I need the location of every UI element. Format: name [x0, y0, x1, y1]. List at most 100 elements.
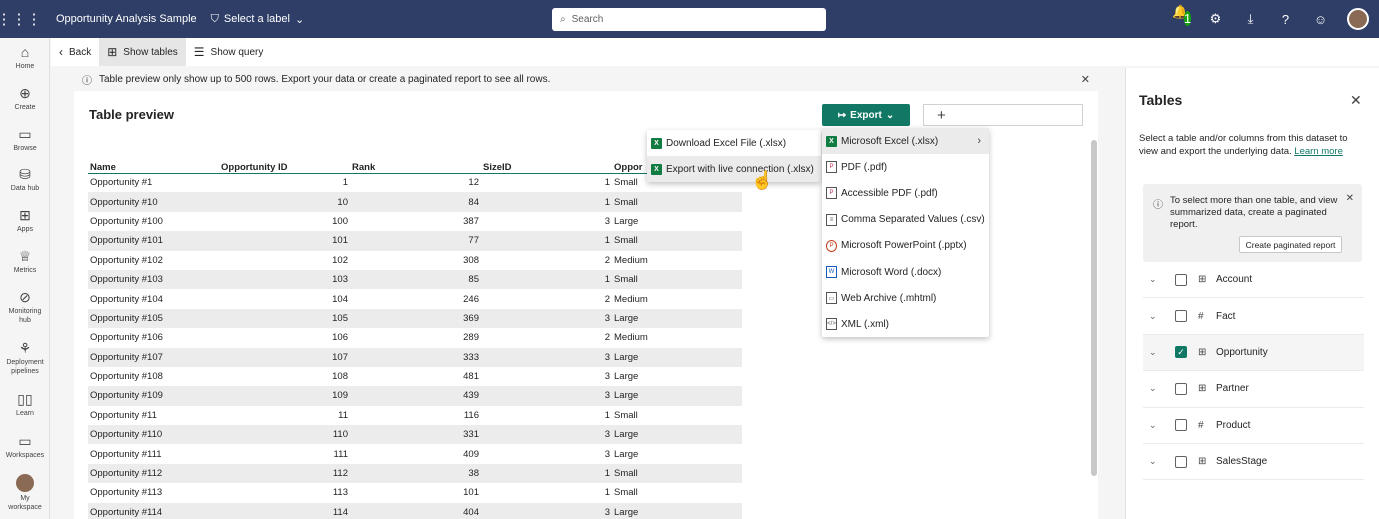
info-icon: ⓘ: [1153, 200, 1163, 211]
table-cell: 1: [604, 177, 610, 189]
table-cell: Opportunity #101: [88, 231, 219, 251]
show-tables-button[interactable]: ⊞ Show tables: [99, 38, 186, 66]
export-button[interactable]: ↦ Export ⌄: [822, 104, 910, 126]
table-cell: Opportunity #106: [90, 332, 163, 344]
close-icon[interactable]: ✕: [1350, 92, 1362, 109]
shield-icon: ⛉: [210, 12, 219, 25]
chevron-down-icon[interactable]: ⌄: [1149, 274, 1167, 285]
table-cell: Opportunity #111: [90, 448, 162, 460]
table-cell: Opportunity #105: [88, 308, 219, 329]
table-cell: 1: [481, 463, 612, 484]
export-accessible-pdf-item[interactable]: P Accessible PDF (.pdf): [822, 180, 989, 206]
table-cell: Opportunity #104: [90, 293, 163, 305]
nav-my-workspace[interactable]: My workspace: [0, 474, 50, 512]
chevron-down-icon[interactable]: ⌄: [1149, 311, 1167, 322]
table-cell: 409: [463, 448, 479, 460]
checkbox[interactable]: [1175, 419, 1187, 432]
learn-more-link[interactable]: Learn more: [1294, 146, 1343, 157]
add-column-box[interactable]: +: [923, 104, 1083, 126]
nav-home[interactable]: ⌂ Home: [0, 44, 50, 71]
column-header[interactable]: Name: [88, 156, 219, 174]
export-csv-item[interactable]: ≡ Comma Separated Values (.csv): [822, 207, 989, 233]
table-cell: Opportunity #107: [88, 347, 219, 367]
nav-monitoring-hub[interactable]: ⊘ Monitoring hub: [0, 289, 50, 325]
table-item-opportunity[interactable]: ⌄ ✓ ⊞ Opportunity: [1143, 334, 1364, 372]
table-cell: Large: [612, 308, 742, 329]
back-button[interactable]: ‹ Back: [51, 38, 99, 66]
info-banner: ⓘ Table preview only show up to 500 rows…: [74, 68, 1098, 91]
create-paginated-report-button[interactable]: Create paginated report: [1239, 236, 1342, 253]
export-powerpoint-item[interactable]: P Microsoft PowerPoint (.pptx): [822, 233, 989, 259]
search-input[interactable]: ⌕ Search: [552, 8, 826, 31]
table-icon: ⊞: [1198, 456, 1207, 468]
checkbox[interactable]: [1175, 455, 1187, 468]
nav-create[interactable]: ⊕ Create: [0, 85, 50, 112]
table-cell: 3: [604, 371, 610, 383]
table-item-fact[interactable]: ⌄ # Fact: [1143, 298, 1364, 335]
app-title[interactable]: Opportunity Analysis Sample: [56, 13, 197, 25]
table-item-product[interactable]: ⌄ # Product: [1143, 408, 1364, 444]
panel-description: Select a table and/or columns from this …: [1139, 132, 1364, 158]
table-cell: Opportunity #113: [90, 487, 163, 499]
nav-browse[interactable]: ▭ Browse: [0, 126, 50, 153]
export-label: Export: [850, 109, 882, 121]
export-excel-item[interactable]: X Microsoft Excel (.xlsx) ›: [822, 128, 989, 155]
close-icon[interactable]: ✕: [1346, 193, 1354, 204]
gear-icon[interactable]: ⚙: [1207, 11, 1224, 27]
export-xml-item[interactable]: </> XML (.xml): [822, 311, 989, 337]
download-icon[interactable]: ⤓: [1242, 11, 1259, 27]
close-icon[interactable]: ✕: [1081, 73, 1090, 86]
nav-apps[interactable]: ⊞ Apps: [0, 207, 50, 234]
nav-label: Monitoring hub: [8, 308, 42, 324]
table-row: Opportunity #111 111 409 3 Large: [88, 444, 742, 463]
export-web-archive-item[interactable]: ▭ Web Archive (.mhtml): [822, 285, 989, 311]
table-row: Opportunity #103 103 85 1 Small: [88, 269, 742, 290]
table-item-account[interactable]: ⌄ ⊞ Account: [1143, 262, 1364, 299]
sensitivity-label-picker[interactable]: ⛉ Select a label ⌄: [211, 13, 305, 26]
vertical-scrollbar[interactable]: [1091, 140, 1097, 476]
table-item-salesstage[interactable]: ⌄ ⊞ SalesStage: [1143, 444, 1364, 481]
checkbox[interactable]: [1175, 273, 1187, 286]
table-row: Opportunity #105 105 369 3 Large: [88, 308, 742, 329]
feedback-icon[interactable]: ☺: [1312, 12, 1329, 27]
table-cell: 3: [481, 425, 612, 445]
checkbox[interactable]: [1175, 310, 1187, 323]
nav-label: Workspaces: [5, 452, 45, 459]
show-tables-label: Show tables: [123, 46, 178, 58]
nav-deployment-pipelines[interactable]: ⚘ Deployment pipelines: [0, 340, 50, 376]
app-launcher-icon[interactable]: ⋮⋮⋮: [0, 0, 42, 38]
checkbox[interactable]: [1175, 382, 1187, 395]
avatar[interactable]: [1347, 8, 1369, 30]
nav-metrics[interactable]: ♕ Metrics: [0, 248, 50, 275]
nav-data-hub[interactable]: ⛁ Data hub: [0, 166, 50, 193]
nav-label: Data hub: [10, 185, 40, 192]
chevron-down-icon[interactable]: ⌄: [1149, 456, 1167, 467]
table-cell: 85: [350, 269, 481, 290]
table-cell: Opportunity #114: [88, 502, 219, 519]
table-cell: 38: [350, 463, 481, 484]
column-header[interactable]: Rank: [350, 156, 481, 174]
column-header[interactable]: Opportunity ID: [219, 156, 350, 174]
export-live-connection-item[interactable]: X Export with live connection (.xlsx): [647, 156, 821, 182]
export-pdf-item[interactable]: P PDF (.pdf): [822, 154, 989, 180]
table-icon: ⊞: [1198, 346, 1207, 358]
table-cell: Small: [614, 409, 638, 421]
export-word-item[interactable]: W Microsoft Word (.docx): [822, 259, 989, 285]
table-row: Opportunity #109 109 439 3 Large: [88, 386, 742, 406]
column-header[interactable]: SizeID: [481, 156, 612, 174]
banner-text: Table preview only show up to 500 rows. …: [99, 74, 551, 85]
table-row: Opportunity #100 100 387 3 Large: [88, 212, 742, 231]
table-item-partner[interactable]: ⌄ ⊞ Partner: [1143, 371, 1364, 408]
download-excel-item[interactable]: X Download Excel File (.xlsx): [647, 130, 821, 156]
checkbox-checked[interactable]: ✓: [1175, 346, 1187, 359]
help-icon[interactable]: ?: [1277, 12, 1294, 27]
nav-workspaces[interactable]: ▭ Workspaces: [0, 433, 50, 460]
notifications-icon[interactable]: 🔔1: [1172, 4, 1192, 35]
nav-label: Learn: [16, 410, 34, 417]
chevron-down-icon: ⌄: [294, 13, 305, 26]
nav-learn[interactable]: ▯▯ Learn: [0, 391, 50, 418]
chevron-down-icon[interactable]: ⌄: [1149, 420, 1167, 431]
chevron-down-icon[interactable]: ⌄: [1149, 347, 1167, 358]
chevron-down-icon[interactable]: ⌄: [1149, 383, 1167, 394]
show-query-button[interactable]: ☰ Show query: [186, 38, 272, 66]
